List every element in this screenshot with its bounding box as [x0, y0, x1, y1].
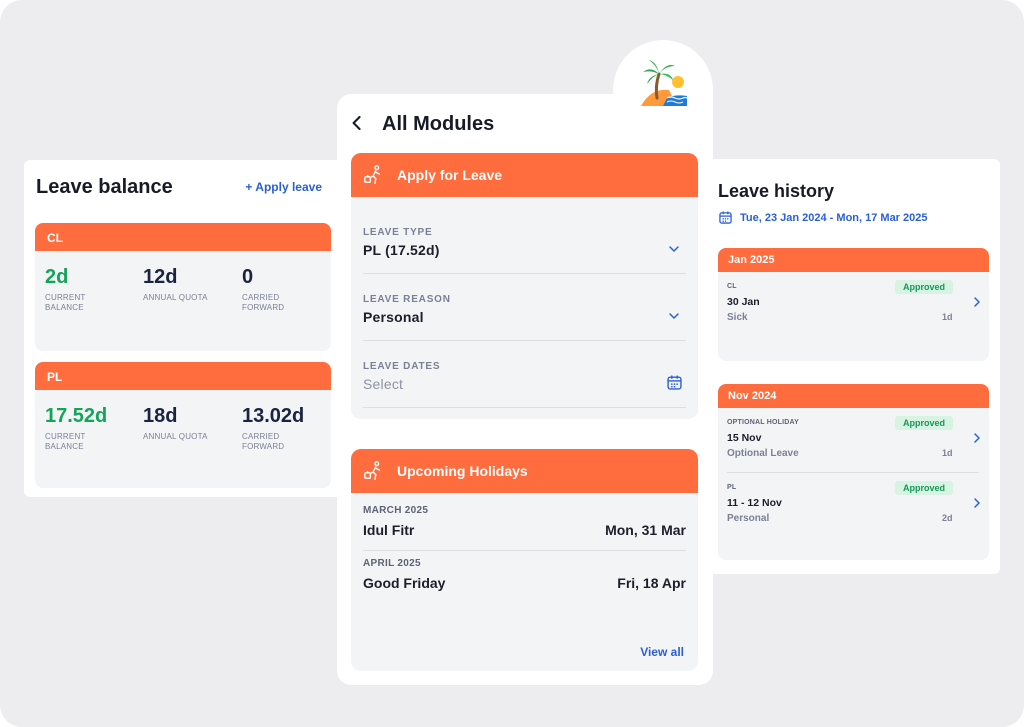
carried-forward-value: 13.02d — [242, 405, 305, 427]
history-item-type: OPTIONAL HOLIDAY — [727, 419, 800, 426]
history-item-type: CL — [727, 283, 737, 290]
palm-beach-icon — [641, 60, 688, 106]
view-all-link[interactable]: View all — [640, 645, 684, 659]
chevron-left-icon[interactable] — [351, 114, 363, 132]
upcoming-holidays-header[interactable]: Upcoming Holidays — [351, 449, 698, 493]
holiday-name: Good Friday — [363, 575, 446, 591]
leave-dates-field[interactable]: LEAVE DATES Select — [363, 361, 686, 408]
carried-forward: 13.02d CARRIED FORWARD — [242, 404, 304, 451]
apply-leave-link[interactable]: + Apply leave — [245, 180, 322, 194]
person-luggage-icon — [364, 165, 381, 184]
apply-leave-title: Apply for Leave — [397, 167, 503, 183]
carried-forward-label: CARRIED FORWARD — [242, 293, 285, 312]
holiday-item: APRIL 2025 Good Friday Fri, 18 Apr — [363, 558, 686, 591]
leave-type-value: PL (17.52d) — [363, 242, 440, 258]
date-range-filter[interactable]: Tue, 23 Jan 2024 - Mon, 17 Mar 2025 — [719, 211, 928, 224]
leave-balance-panel: Leave balance + Apply leave CL 2d CURREN… — [24, 160, 346, 497]
leave-dates-placeholder: Select — [363, 376, 404, 392]
chevron-down-icon[interactable] — [668, 310, 680, 322]
chevron-right-icon[interactable] — [972, 432, 982, 444]
history-item-date: 30 Jan — [727, 296, 760, 308]
history-item[interactable]: PL 11 - 12 Nov Personal Approved 2d — [727, 472, 982, 536]
history-item-reason: Optional Leave — [727, 448, 799, 459]
carried-forward: 0 CARRIED FORWARD — [242, 265, 292, 312]
holiday-date: Mon, 31 Mar — [605, 522, 686, 538]
leave-reason-label: LEAVE REASON — [363, 294, 451, 305]
balance-card-pl: PL 17.52d CURRENT BALANCE 18d ANNUAL QUO… — [35, 362, 331, 488]
annual-quota: 18d ANNUAL QUOTA — [143, 404, 223, 442]
history-item[interactable]: CL 30 Jan Sick Approved 1d — [727, 272, 982, 336]
leave-balance-title: Leave balance — [36, 176, 173, 198]
person-luggage-icon — [364, 461, 381, 480]
history-group-nov-2024: Nov 2024 OPTIONAL HOLIDAY 15 Nov Optiona… — [718, 384, 989, 560]
carried-forward-value: 0 — [242, 266, 254, 288]
history-item-type: PL — [727, 484, 737, 491]
current-balance: 2d CURRENT BALANCE — [45, 265, 95, 312]
date-range-text: Tue, 23 Jan 2024 - Mon, 17 Mar 2025 — [740, 211, 928, 224]
leave-type-label: LEAVE TYPE — [363, 227, 433, 238]
holiday-item: MARCH 2025 Idul Fitr Mon, 31 Mar — [363, 505, 686, 551]
balance-card-code: CL — [35, 223, 331, 251]
chevron-right-icon[interactable] — [972, 497, 982, 509]
annual-quota-label: ANNUAL QUOTA — [143, 293, 208, 302]
page-title: All Modules — [382, 113, 495, 135]
apply-leave-header[interactable]: Apply for Leave — [351, 153, 698, 197]
leave-history-panel: Leave history Tue, 23 Jan 2024 - Mon, 17… — [706, 159, 1000, 574]
history-item-reason: Personal — [727, 513, 770, 524]
history-item-date: 15 Nov — [727, 432, 762, 444]
history-item-date: 11 - 12 Nov — [727, 497, 782, 509]
holiday-month: APRIL 2025 — [363, 558, 421, 569]
balance-card-code: PL — [35, 362, 331, 390]
calendar-icon — [719, 211, 732, 224]
history-group-jan-2025: Jan 2025 CL 30 Jan Sick Approved 1d — [718, 248, 989, 361]
leave-reason-select[interactable]: LEAVE REASON Personal — [363, 294, 686, 341]
upcoming-holidays-card: Upcoming Holidays MARCH 2025 Idul Fitr M… — [351, 449, 698, 671]
holiday-name: Idul Fitr — [363, 522, 415, 538]
chevron-down-icon[interactable] — [668, 243, 680, 255]
chevron-right-icon[interactable] — [972, 296, 982, 308]
leave-reason-value: Personal — [363, 309, 424, 325]
history-item-duration: 1d — [942, 448, 953, 458]
history-group-month: Nov 2024 — [718, 384, 989, 408]
leave-history-title: Leave history — [718, 181, 835, 201]
all-modules-panel: All Modules Apply for Leave LEAVE TYPE P… — [337, 94, 713, 685]
leave-type-select[interactable]: LEAVE TYPE PL (17.52d) — [363, 227, 686, 274]
upcoming-holidays-title: Upcoming Holidays — [397, 463, 528, 479]
annual-quota-value: 18d — [143, 405, 178, 427]
leave-dates-label: LEAVE DATES — [363, 361, 441, 372]
status-badge: Approved — [895, 481, 953, 495]
history-item-duration: 2d — [942, 513, 953, 523]
current-balance-label: CURRENT BALANCE — [45, 432, 86, 451]
current-balance: 17.52d CURRENT BALANCE — [45, 404, 107, 451]
current-balance-value: 17.52d — [45, 405, 108, 427]
annual-quota-label: ANNUAL QUOTA — [143, 432, 208, 441]
current-balance-label: CURRENT BALANCE — [45, 293, 86, 312]
history-item-duration: 1d — [942, 312, 953, 322]
carried-forward-label: CARRIED FORWARD — [242, 432, 285, 451]
apply-leave-card: Apply for Leave LEAVE TYPE PL (17.52d) L… — [351, 153, 698, 419]
holiday-month: MARCH 2025 — [363, 505, 429, 516]
history-item-reason: Sick — [727, 312, 748, 323]
annual-quota-value: 12d — [143, 266, 178, 288]
status-badge: Approved — [895, 280, 953, 294]
balance-card-cl: CL 2d CURRENT BALANCE 12d ANNUAL QUOTA 0… — [35, 223, 331, 351]
current-balance-value: 2d — [45, 266, 69, 288]
annual-quota: 12d ANNUAL QUOTA — [143, 265, 223, 303]
holiday-date: Fri, 18 Apr — [617, 575, 686, 591]
status-badge: Approved — [895, 416, 953, 430]
history-group-month: Jan 2025 — [718, 248, 989, 272]
history-item[interactable]: OPTIONAL HOLIDAY 15 Nov Optional Leave A… — [727, 408, 982, 472]
calendar-icon[interactable] — [667, 375, 682, 390]
